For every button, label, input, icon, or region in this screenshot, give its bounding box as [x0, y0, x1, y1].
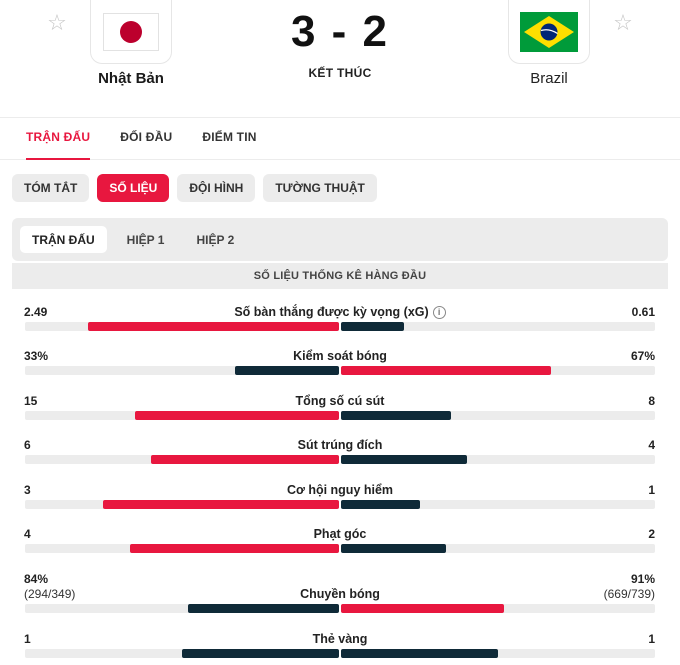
away-stat-value: 2: [648, 527, 655, 541]
away-stat-bar: [341, 604, 504, 613]
tab-lineups[interactable]: ĐỘI HÌNH: [177, 174, 256, 202]
away-stat-value: 67%: [630, 349, 655, 363]
section-title: SỐ LIỆU THỐNG KÊ HÀNG ĐẦU: [12, 263, 668, 289]
away-stat-track: [341, 649, 655, 658]
away-stat-bar: [341, 366, 551, 375]
home-stat-track: [25, 411, 339, 420]
home-stat-value: 4: [24, 527, 31, 541]
home-stat-value: 1: [24, 632, 31, 646]
match-score: 3 - 2: [290, 7, 390, 56]
away-stat-bar: [341, 500, 420, 509]
away-stat-track: [341, 500, 655, 509]
away-stat-track: [341, 544, 655, 553]
away-stat-bar: [341, 322, 404, 331]
home-stat-detail: (294/349): [24, 587, 76, 601]
favorite-star-icon[interactable]: ☆: [46, 12, 68, 34]
stat-label: Thẻ vàng: [170, 632, 510, 646]
away-stat-value: 0.61: [631, 305, 655, 319]
sub-tabs: TÓM TẮT SỐ LIỆU ĐỘI HÌNH TƯỜNG THUẬT: [12, 174, 377, 202]
away-stat-track: [341, 455, 655, 464]
home-stat-bar: [235, 366, 339, 375]
tab-head-to-head[interactable]: ĐỐI ĐẦU: [120, 118, 172, 159]
stat-label-text: Số bàn thắng được kỳ vọng (xG): [234, 305, 429, 319]
match-status: KẾT THÚC: [308, 66, 372, 80]
away-stat-track: [341, 366, 655, 375]
away-stat-value: 1: [648, 632, 655, 646]
stat-label-text: Tổng số cú sút: [295, 394, 385, 408]
stat-label: Phạt góc: [170, 527, 510, 541]
away-stat-detail: (669/739): [603, 587, 655, 601]
home-team-logo[interactable]: [90, 0, 172, 64]
period-selector: TRẬN ĐẤU HIỆP 1 HIỆP 2: [12, 218, 668, 261]
home-stat-value: 2.49: [24, 305, 48, 319]
away-team-logo[interactable]: [508, 0, 590, 64]
tab-match[interactable]: TRẬN ĐẤU: [26, 118, 91, 160]
away-stat-bar: [341, 544, 446, 553]
stat-label: Sút trúng đích: [170, 438, 510, 452]
away-stat-track: [341, 604, 655, 613]
away-stat-track: [341, 411, 655, 420]
home-stat-track: [25, 649, 339, 658]
away-stat-bar: [341, 455, 467, 464]
home-stat-value: 33%: [24, 349, 49, 363]
home-stat-bar: [103, 500, 339, 509]
home-stat-bar: [182, 649, 339, 658]
stat-label-text: Chuyền bóng: [300, 587, 380, 601]
home-stat-value: 6: [24, 438, 31, 452]
home-stat-track: [25, 455, 339, 464]
home-stat-bar: [188, 604, 339, 613]
stat-label: Cơ hội nguy hiểm: [170, 483, 510, 497]
stat-label-text: Sút trúng đích: [297, 438, 383, 452]
away-stat-value: 4: [648, 438, 655, 452]
home-stat-bar: [88, 322, 339, 331]
away-stat-bar: [341, 649, 498, 658]
home-stat-track: [25, 322, 339, 331]
stat-label-text: Kiểm soát bóng: [293, 349, 387, 363]
stat-label: Số bàn thắng được kỳ vọng (xG) i: [170, 305, 510, 319]
tab-commentary[interactable]: TƯỜNG THUẬT: [263, 174, 377, 202]
stat-label-text: Cơ hội nguy hiểm: [286, 483, 394, 497]
away-stat-value: 8: [648, 394, 655, 408]
stat-label-text: Phạt góc: [313, 527, 367, 541]
stat-label: Tổng số cú sút: [170, 394, 510, 408]
period-full-match[interactable]: TRẬN ĐẤU: [20, 226, 107, 253]
info-icon[interactable]: i: [432, 306, 446, 319]
period-second-half[interactable]: HIỆP 2: [184, 226, 246, 253]
stat-label-text: Thẻ vàng: [312, 632, 368, 646]
period-first-half[interactable]: HIỆP 1: [115, 226, 177, 253]
favorite-star-icon[interactable]: ☆: [612, 12, 634, 34]
japan-flag-icon: [103, 12, 159, 51]
tab-stats[interactable]: SỐ LIỆU: [97, 174, 170, 202]
home-stat-bar: [130, 544, 339, 553]
home-stat-value: 15: [24, 394, 38, 408]
home-stat-track: [25, 604, 339, 613]
stat-label: Chuyền bóng: [170, 587, 510, 601]
tab-summary[interactable]: TÓM TẮT: [12, 174, 90, 202]
away-stat-bar: [341, 411, 451, 420]
away-team-name[interactable]: Brazil: [479, 70, 619, 87]
away-stat-track: [341, 322, 655, 331]
home-stat-bar: [135, 411, 339, 420]
brazil-flag-icon: [520, 11, 578, 52]
home-stat-track: [25, 366, 339, 375]
home-stat-value: 3: [24, 483, 31, 497]
away-stat-value: 1: [648, 483, 655, 497]
home-stat-value: 84%: [24, 572, 49, 586]
away-stat-value: 91%: [630, 572, 655, 586]
home-stat-track: [25, 544, 339, 553]
home-team-name[interactable]: Nhật Bản: [61, 70, 201, 87]
home-stat-bar: [151, 455, 339, 464]
home-stat-track: [25, 500, 339, 509]
stat-label: Kiểm soát bóng: [170, 349, 510, 363]
match-header: ☆ Nhật Bản 3 - 2 KẾT THÚC Brazil ☆: [0, 0, 680, 118]
tab-news[interactable]: ĐIỂM TIN: [202, 118, 256, 159]
main-tabs: TRẬN ĐẤU ĐỐI ĐẦU ĐIỂM TIN: [0, 118, 680, 160]
